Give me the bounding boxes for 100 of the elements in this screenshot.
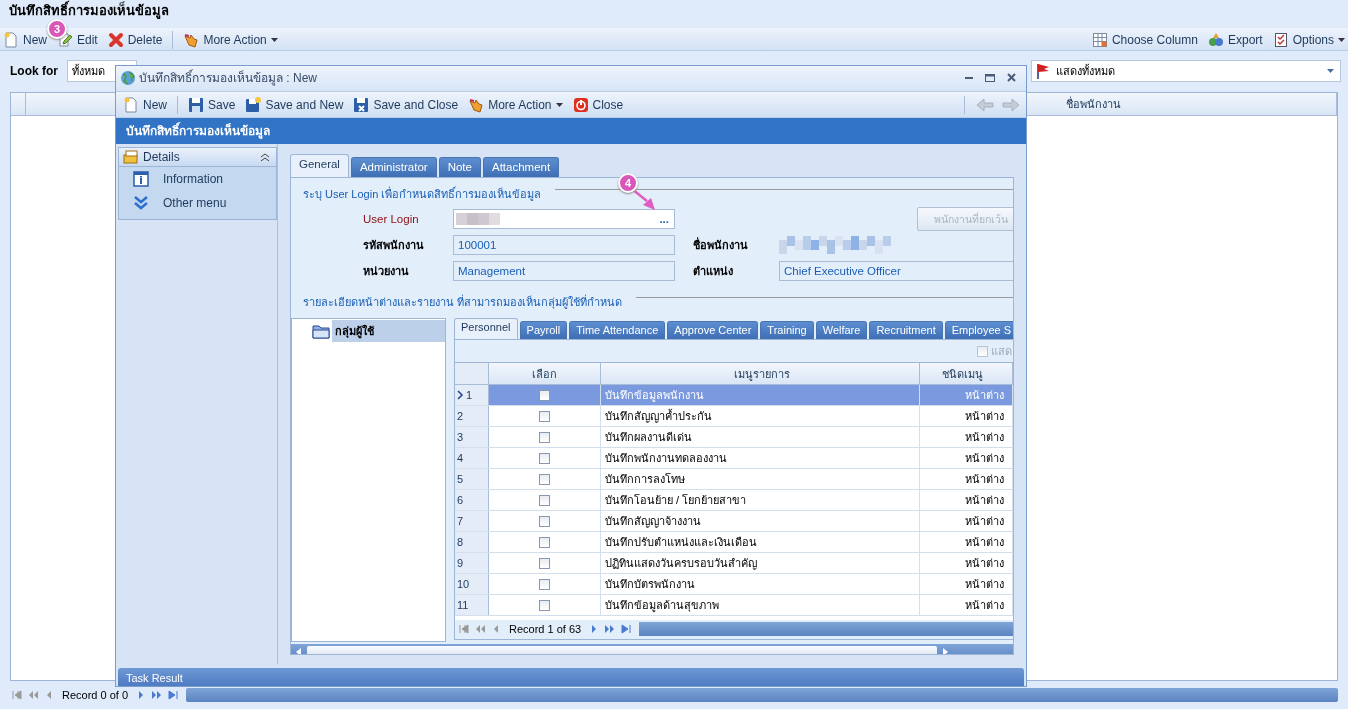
checkbox[interactable] bbox=[539, 431, 550, 443]
table-row[interactable]: 5 บันทึกการลงโทษ หน้าต่าง bbox=[455, 469, 1013, 490]
toolbar-button[interactable]: Save and New bbox=[242, 96, 347, 113]
table-cell: หน้าต่าง bbox=[920, 553, 1013, 573]
tree-node[interactable]: กลุ่มผู้ใช้ bbox=[332, 320, 445, 342]
scrollbar[interactable] bbox=[639, 621, 1013, 636]
table-row[interactable]: 3 บันทึกผลงานดีเด่น หน้าต่าง bbox=[455, 427, 1013, 448]
table-row[interactable]: 9 ปฏิทินแสดงวันครบรอบวันสำคัญ หน้าต่าง bbox=[455, 553, 1013, 574]
maximize-icon bbox=[985, 73, 995, 82]
folder-icon bbox=[312, 323, 330, 339]
checkbox[interactable] bbox=[539, 599, 550, 611]
minimize-icon bbox=[965, 76, 973, 79]
table-cell: หน้าต่าง bbox=[920, 532, 1013, 552]
sidebar-item[interactable]: Other menu bbox=[119, 191, 276, 215]
table-cell: บันทึกผลงานดีเด่น bbox=[601, 427, 920, 447]
page-icon bbox=[3, 32, 19, 48]
checkbox-label: แสด bbox=[991, 344, 1012, 359]
globe-icon bbox=[120, 69, 136, 86]
caret-icon bbox=[1338, 38, 1345, 42]
row-header: 2 bbox=[455, 406, 489, 426]
tab[interactable]: Recruitment bbox=[869, 321, 943, 339]
tab[interactable]: Personnel bbox=[454, 318, 518, 339]
field-label: รหัสพนักงาน bbox=[363, 238, 424, 253]
toolbar-button[interactable]: Delete bbox=[104, 33, 166, 47]
section-label: ระบุ User Login เพื่อกำหนดสิทธิ์การมองเห็นข้อมูล bbox=[303, 185, 542, 203]
toolbar-button[interactable]: Save bbox=[185, 96, 239, 113]
row-header: 11 bbox=[455, 595, 489, 615]
row-header: 10 bbox=[455, 574, 489, 594]
toolbar-button[interactable]: New bbox=[120, 96, 170, 113]
pointer-arrow bbox=[631, 188, 655, 210]
table-row[interactable]: 11 บันทึกข้อมูลด้านสุขภาพ หน้าต่าง bbox=[455, 595, 1013, 616]
column-header[interactable]: เมนูรายการ bbox=[601, 363, 920, 384]
row-header: 6 bbox=[455, 490, 489, 510]
toolbar-button[interactable]: New bbox=[0, 33, 50, 47]
toolbar-button[interactable]: Save and Close bbox=[350, 96, 462, 113]
table-cell: บันทึกสัญญาจ้างงาน bbox=[601, 511, 920, 531]
toolbar-button[interactable]: Choose Column bbox=[1088, 33, 1201, 47]
first-icon bbox=[10, 688, 24, 702]
collapse-icon bbox=[260, 152, 270, 162]
toolbar-button[interactable]: Options bbox=[1269, 33, 1348, 47]
table-row[interactable]: 1 บันทึกข้อมูลพนักงาน หน้าต่าง bbox=[455, 385, 1013, 406]
checkbox[interactable] bbox=[539, 557, 550, 569]
checkbox[interactable] bbox=[539, 494, 550, 506]
text-field[interactable]: 100001 bbox=[453, 235, 675, 255]
toolbar-button[interactable]: Export bbox=[1204, 33, 1266, 47]
floppy-icon bbox=[188, 96, 204, 113]
table-row[interactable]: 8 บันทึกปรับตำแหน่งและเงินเดือน หน้าต่าง bbox=[455, 532, 1013, 553]
task-result-bar[interactable]: Task Result bbox=[118, 668, 1024, 686]
table-cell: หน้าต่าง bbox=[920, 490, 1013, 510]
row-header: 1 bbox=[455, 385, 489, 405]
checklist-icon bbox=[1272, 32, 1289, 48]
checkbox[interactable] bbox=[539, 578, 550, 590]
user-login-field[interactable]: ... bbox=[453, 209, 675, 229]
flag-icon bbox=[1035, 63, 1051, 79]
text-field[interactable]: Management bbox=[453, 261, 675, 281]
checkbox[interactable] bbox=[539, 515, 550, 527]
table-row[interactable]: 7 บันทึกสัญญาจ้างงาน หน้าต่าง bbox=[455, 511, 1013, 532]
ellipsis-button[interactable]: ... bbox=[656, 212, 672, 226]
table-row[interactable]: 2 บันทึกสัญญาค้ำประกัน หน้าต่าง bbox=[455, 406, 1013, 427]
tab[interactable]: Attachment bbox=[482, 157, 560, 177]
checkbox[interactable] bbox=[539, 410, 550, 422]
column-header[interactable]: ชนิดเมนู bbox=[920, 363, 1013, 384]
tab[interactable]: Administrator bbox=[350, 157, 437, 177]
filter-dropdown[interactable]: แสดงทั้งหมด bbox=[1031, 60, 1341, 82]
row-header: 5 bbox=[455, 469, 489, 489]
text-field[interactable]: Chief Executive Officer bbox=[779, 261, 1013, 281]
tab[interactable]: Note bbox=[438, 157, 481, 177]
window-title: บันทึกสิทธิ์การมองเห็นข้อมูล : New bbox=[139, 68, 317, 87]
table-cell: บันทึกข้อมูลด้านสุขภาพ bbox=[601, 595, 920, 615]
column-header[interactable]: เลือก bbox=[489, 363, 601, 384]
first-icon bbox=[457, 621, 471, 636]
tab[interactable]: Employee S bbox=[944, 321, 1013, 339]
row-header: 4 bbox=[455, 448, 489, 468]
checkbox[interactable] bbox=[977, 345, 988, 357]
form-header: บันทึกสิทธิ์การมองเห็นข้อมูล bbox=[116, 118, 1026, 144]
table-row[interactable]: 10 บันทึกบัตรพนักงาน หน้าต่าง bbox=[455, 574, 1013, 595]
checkbox[interactable] bbox=[539, 452, 550, 464]
table-row[interactable]: 4 บันทึกพนักงานทดลองงาน หน้าต่าง bbox=[455, 448, 1013, 469]
field-label: ชื่อพนักงาน bbox=[693, 236, 748, 253]
checkbox[interactable] bbox=[539, 473, 550, 485]
tab[interactable]: General bbox=[290, 154, 349, 177]
panel-header[interactable]: Details bbox=[119, 148, 276, 167]
sidebar-item[interactable]: Information bbox=[119, 167, 276, 191]
scroll-left-icon bbox=[295, 648, 303, 654]
tab[interactable]: Time Attendance bbox=[569, 321, 666, 339]
toolbar-button[interactable]: Close bbox=[569, 96, 627, 113]
field-label: หน่วยงาน bbox=[363, 264, 409, 279]
tab[interactable]: Welfare bbox=[815, 321, 868, 339]
toolbar-button[interactable]: More Action bbox=[465, 96, 566, 113]
tab[interactable]: Payroll bbox=[519, 321, 568, 339]
tab[interactable]: Training bbox=[760, 321, 814, 339]
floppy-icon bbox=[353, 96, 370, 113]
table-cell: บันทึกสัญญาค้ำประกัน bbox=[601, 406, 920, 426]
scrollbar[interactable] bbox=[186, 688, 1338, 702]
table-row[interactable]: 6 บันทึกโอนย้าย / โยกย้ายสาขา หน้าต่าง bbox=[455, 490, 1013, 511]
toolbar-button[interactable]: More Action bbox=[180, 33, 281, 47]
caret-icon bbox=[270, 38, 278, 42]
checkbox[interactable] bbox=[539, 536, 550, 548]
checkbox[interactable] bbox=[539, 389, 550, 401]
tab[interactable]: Approve Center bbox=[667, 321, 759, 339]
